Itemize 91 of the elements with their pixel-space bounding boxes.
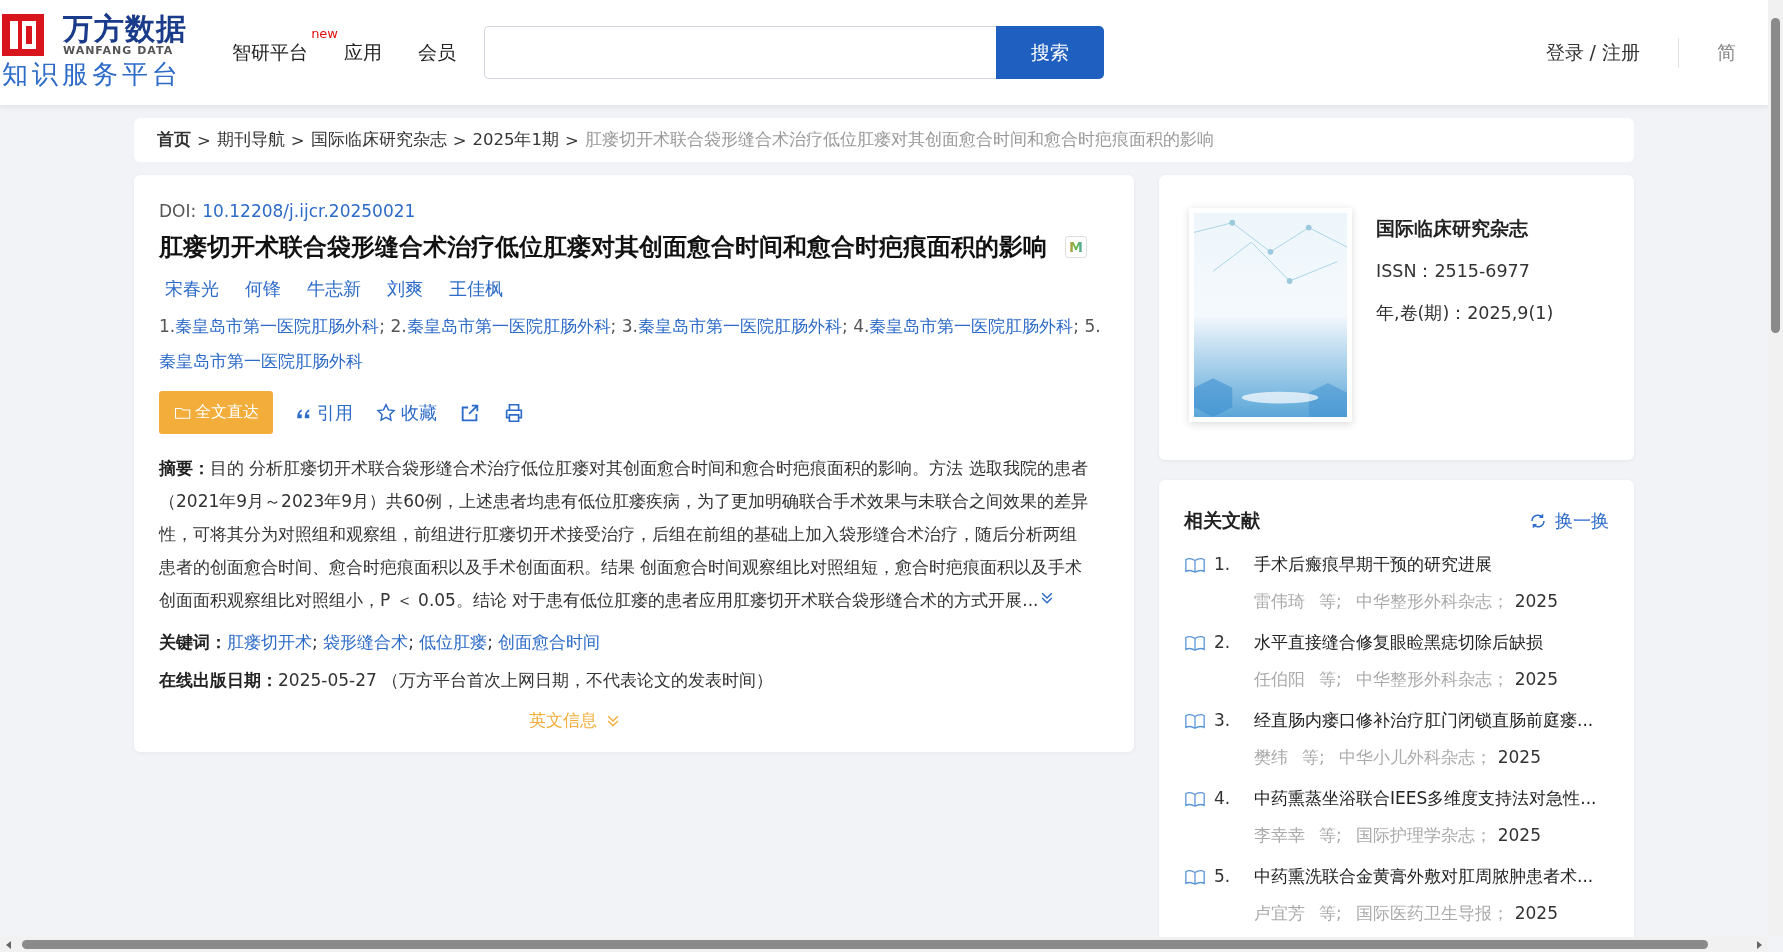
- related-number: 1.: [1214, 553, 1232, 576]
- keyword-link[interactable]: 肛瘘切开术: [227, 632, 312, 652]
- affiliation-link[interactable]: 秦皇岛市第一医院肛肠外科: [406, 316, 611, 336]
- nav-link[interactable]: 会员: [418, 39, 456, 66]
- article-title: 肛瘘切开术联合袋形缝合术治疗低位肛瘘对其创面愈合时间和愈合时疤痕面积的影响: [159, 232, 1047, 263]
- related-author: 雷伟琦: [1254, 590, 1305, 613]
- abstract-text: 摘要：目的 分析肛瘘切开术联合袋形缝合术治疗低位肛瘘对其创面愈合时间和愈合时疤痕面积的影响。方法 选取我院的患者（2021年9月～2023年9月）共60例，上述患者均患有低位肛瘘疾病，为了更加明确联合手术效果与未联合之间效果的差异性，可将其分为对照组和观察组，前组进行肛瘘切开术接受治疗，后组在前组的基础上加入袋形缝合术治疗，随后分析两组患者的创面愈合时间、愈合时疤痕面积以及手术创面面积。结果 创面愈合时间观察组比对照组短，愈合时疤痕面积以及手术创面面积观察组比对照组小，P ＜ 0.05。结论 对于患有低位肛瘘的患者应用肛瘘切开术联合袋形缝合术的方式开展...: [159, 457, 1089, 612]
- related-number: 4.: [1214, 787, 1232, 810]
- related-etal: 等;: [1319, 902, 1342, 925]
- keyword-separator: ;: [408, 632, 415, 652]
- keywords-label: 关键词：: [159, 632, 227, 652]
- author-link[interactable]: 何锋: [245, 277, 281, 301]
- related-year: 2025: [1514, 668, 1558, 691]
- new-label: new: [311, 25, 338, 41]
- doi-link[interactable]: 10.12208/j.ijcr.20250021: [202, 201, 416, 221]
- author-link[interactable]: 王佳枫: [449, 277, 503, 301]
- related-author: 任伯阳: [1254, 668, 1305, 691]
- date-text: 2025-05-27 （万方平台首次上网日期，不代表论文的发表时间）: [278, 670, 774, 690]
- scroll-right-icon[interactable]: [1754, 939, 1764, 950]
- logo-subtitle: WANFANG DATA: [63, 44, 175, 57]
- search-button[interactable]: 搜索: [996, 26, 1104, 79]
- affiliation-link[interactable]: 秦皇岛市第一医院肛肠外科: [175, 316, 380, 336]
- logo-text: 万方数据: [63, 14, 188, 44]
- related-title-link[interactable]: 中药熏洗联合金黄膏外敷对肛周脓肿患者术...: [1254, 860, 1609, 893]
- related-author: 卢宜芳: [1254, 902, 1305, 925]
- related-etal: 等;: [1319, 668, 1342, 691]
- keyword-link[interactable]: 袋形缝合术: [323, 632, 409, 652]
- related-etal: 等;: [1319, 590, 1342, 613]
- doi-label: DOI:: [159, 201, 197, 221]
- related-number: 5.: [1214, 865, 1232, 888]
- related-author: 樊纬: [1254, 746, 1288, 769]
- related-year: 2025: [1514, 902, 1558, 925]
- scrollbar-thumb[interactable]: [1771, 18, 1780, 333]
- author-link[interactable]: 刘爽: [387, 277, 423, 301]
- vertical-scrollbar[interactable]: [1768, 0, 1783, 937]
- related-journal: 国际护理学杂志；: [1355, 824, 1492, 847]
- keyword-separator: ;: [312, 632, 319, 652]
- keyword-link[interactable]: 低位肛瘘: [419, 632, 488, 652]
- affiliations-text: 1.秦皇岛市第一医院肛肠外科; 2.秦皇岛市第一医院肛肠外科; 3.秦皇岛市第一医院肛肠外科; 4.秦皇岛市第一医院肛肠外科; 5. 秦皇岛市第一医院肛肠外科: [159, 315, 1102, 373]
- affiliation-link[interactable]: 秦皇岛市第一医院肛肠外科: [638, 316, 842, 336]
- search-field[interactable]: [484, 26, 996, 79]
- related-title-link[interactable]: 手术后瘢痕早期干预的研究进展: [1254, 548, 1609, 581]
- related-number: 3.: [1214, 709, 1232, 732]
- breadcrumb-separator: >: [565, 130, 579, 150]
- volume-text: 年,卷(期)：2025,9(1): [1376, 302, 1554, 325]
- affiliation-link[interactable]: 秦皇岛市第一医院肛肠外科: [869, 316, 1074, 336]
- related-etal: 等;: [1319, 824, 1342, 847]
- refresh-link[interactable]: 换一换: [1529, 509, 1609, 533]
- related-title-link[interactable]: 经直肠内瘘口修补治疗肛门闭锁直肠前庭瘘...: [1254, 704, 1609, 737]
- breadcrumb-link[interactable]: 首页: [157, 129, 191, 151]
- keyword-link[interactable]: 创面愈合时间: [498, 632, 601, 652]
- login-link[interactable]: 登录 / 注册: [1545, 39, 1640, 66]
- horizontal-scrollbar[interactable]: [0, 937, 1768, 952]
- current-page-text: 肛瘘切开术联合袋形缝合术治疗低位肛瘘对其创面愈合时间和愈合时疤痕面积的影响: [584, 129, 1214, 151]
- related-title-link[interactable]: 中药熏蒸坐浴联合IEES多维度支持法对急性...: [1254, 782, 1609, 815]
- refresh-icon: [1529, 512, 1547, 530]
- breadcrumb-link[interactable]: 期刊导航: [216, 129, 285, 151]
- author-link[interactable]: 宋春光: [165, 277, 219, 301]
- related-journal: 中华整形外科杂志；: [1355, 668, 1509, 691]
- language-link[interactable]: 简: [1717, 39, 1736, 66]
- scrollbar-thumb[interactable]: [22, 940, 1708, 949]
- related-number: 2.: [1214, 631, 1232, 654]
- related-journal: 国际医药卫生导报；: [1355, 902, 1509, 925]
- related-etal: 等;: [1302, 746, 1325, 769]
- breadcrumb-separator: >: [290, 130, 305, 150]
- keyword-separator: ;: [487, 632, 494, 652]
- logo-tagline: 知识服务平台: [2, 58, 183, 91]
- author-link[interactable]: 牛志新: [307, 277, 361, 301]
- related-title: 相关文献: [1184, 508, 1260, 533]
- affiliation-link[interactable]: 秦皇岛市第一医院肛肠外科: [159, 351, 363, 371]
- related-year: 2025: [1514, 590, 1558, 613]
- related-year: 2025: [1497, 824, 1541, 847]
- related-journal: 中华整形外科杂志；: [1355, 590, 1509, 613]
- related-author: 李幸幸: [1254, 824, 1305, 847]
- favorite-link[interactable]: 收藏: [375, 400, 437, 425]
- related-journal: 中华小儿外科杂志；: [1338, 746, 1492, 769]
- nav-link[interactable]: 应用: [344, 39, 382, 66]
- scroll-left-icon[interactable]: [4, 939, 14, 950]
- star-icon: [375, 401, 397, 424]
- related-title-link[interactable]: 水平直接缝合修复眼睑黑痣切除后缺损: [1254, 626, 1609, 659]
- breadcrumb-separator: >: [452, 130, 467, 150]
- m-badge: M: [1065, 236, 1087, 258]
- breadcrumb-link[interactable]: 2025年1期: [472, 129, 559, 151]
- related-year: 2025: [1497, 746, 1541, 769]
- breadcrumb-separator: >: [197, 130, 211, 150]
- date-label: 在线出版日期：: [159, 670, 278, 690]
- print-icon[interactable]: [503, 401, 525, 424]
- journal-name: 国际临床研究杂志: [1376, 217, 1529, 241]
- breadcrumb-link[interactable]: 国际临床研究杂志: [310, 129, 447, 151]
- cite-link[interactable]: 引用: [295, 400, 353, 425]
- issn-text: ISSN：2515-6977: [1376, 260, 1531, 283]
